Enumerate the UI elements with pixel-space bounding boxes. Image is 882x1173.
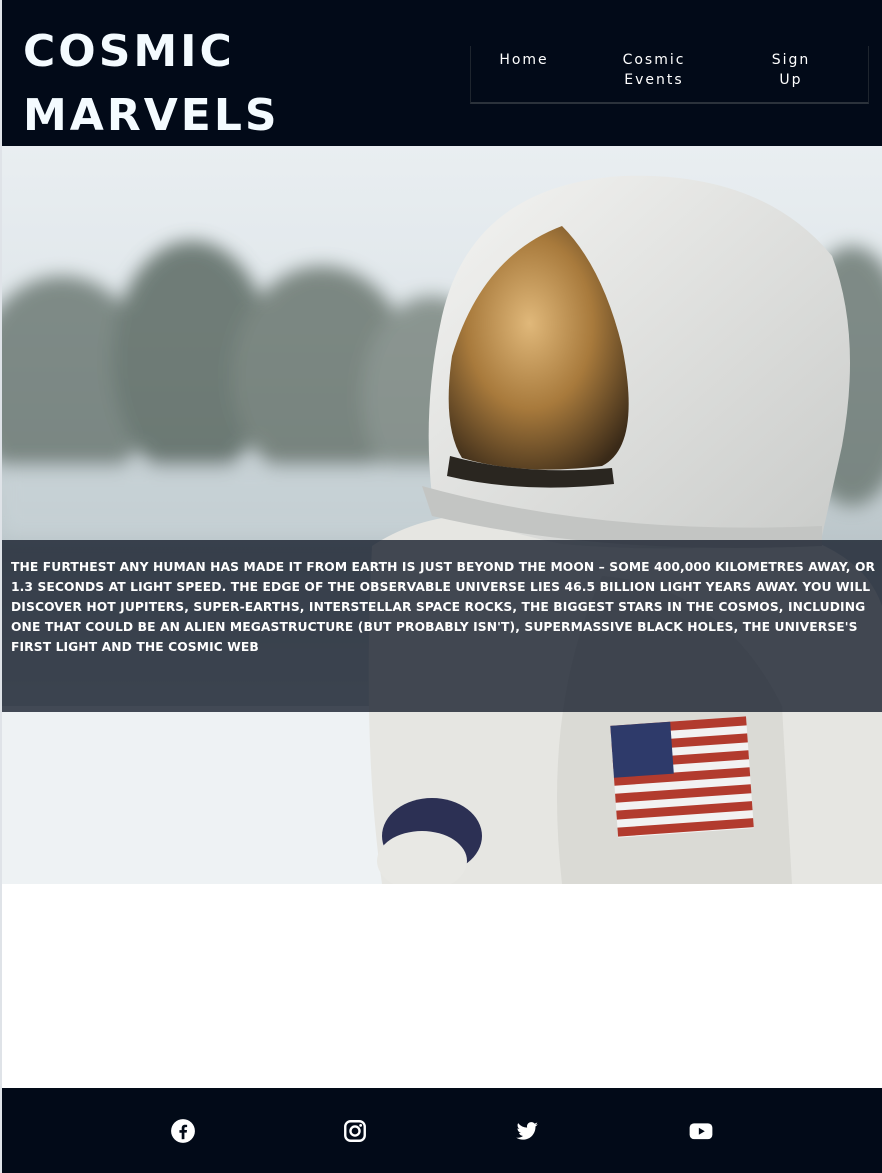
astronaut-hero-image: [2, 146, 882, 884]
nav-events-label-2: Events: [624, 72, 684, 88]
twitter-icon[interactable]: [514, 1118, 540, 1144]
nav-signup-label-1: Sign: [771, 52, 811, 68]
instagram-icon[interactable]: [342, 1118, 368, 1144]
site-logo[interactable]: COSMIC MARVELS: [23, 20, 280, 148]
nav-events-label-1: Cosmic: [622, 52, 686, 68]
hero-section: The furthest any human has made it from …: [2, 146, 882, 884]
logo-line-1: COSMIC: [23, 26, 235, 77]
nav-home-label: Home: [499, 52, 549, 68]
hero-description: The furthest any human has made it from …: [11, 560, 876, 654]
nav-link-home[interactable]: Home: [471, 50, 577, 70]
main-nav: Home Cosmic Events Sign Up: [470, 46, 869, 104]
youtube-icon[interactable]: [688, 1118, 714, 1144]
logo-line-2: MARVELS: [23, 90, 280, 141]
nav-link-cosmic-events[interactable]: Cosmic Events: [612, 50, 696, 90]
nav-link-sign-up[interactable]: Sign Up: [761, 50, 821, 90]
nav-signup-label-2: Up: [779, 72, 803, 88]
facebook-icon[interactable]: [170, 1118, 196, 1144]
site-footer: [2, 1088, 882, 1173]
site-header: COSMIC MARVELS Home Cosmic Events Sign U…: [2, 0, 882, 146]
hero-caption-overlay: The furthest any human has made it from …: [2, 540, 882, 712]
page: COSMIC MARVELS Home Cosmic Events Sign U…: [2, 0, 882, 1173]
